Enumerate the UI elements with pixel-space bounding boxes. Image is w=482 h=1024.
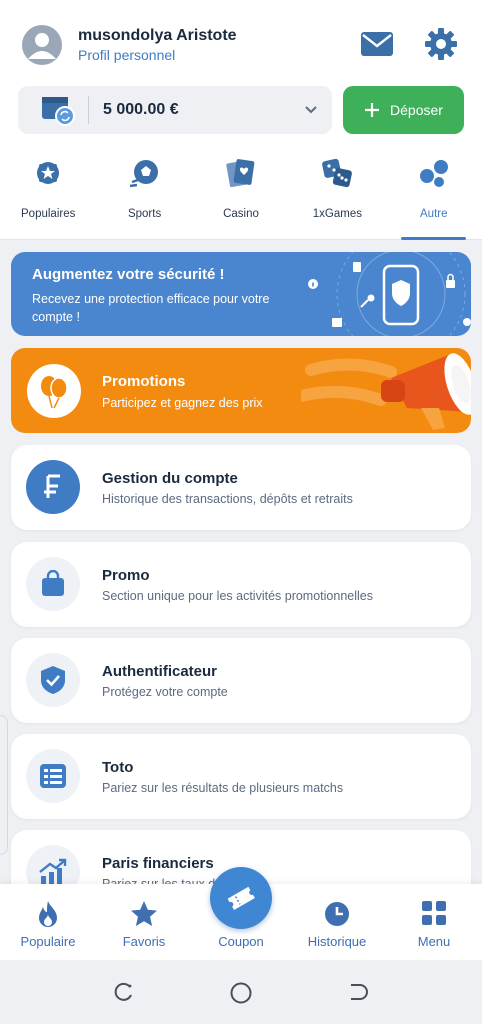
active-tab-indicator xyxy=(401,237,466,240)
tab-label: 1xGames xyxy=(312,208,362,220)
soccer-ball-icon xyxy=(129,160,158,188)
star-badge-icon xyxy=(37,162,60,184)
currency-icon-wrap xyxy=(26,460,80,514)
deposit-label: Déposer xyxy=(390,102,443,118)
tab-label: Sports xyxy=(127,208,162,220)
deposit-button[interactable]: Déposer xyxy=(343,86,464,134)
megaphone-icon xyxy=(301,353,471,430)
mail-icon[interactable] xyxy=(360,31,394,57)
menu-item-title: Gestion du compte xyxy=(102,470,238,487)
menu-item-subtitle: Pariez sur les résultats de plusieurs ma… xyxy=(102,781,344,795)
avatar[interactable] xyxy=(22,25,62,65)
chevron-down-icon[interactable] xyxy=(303,103,319,117)
plus-icon xyxy=(365,103,380,117)
username[interactable]: musondolya Aristote xyxy=(78,27,237,45)
security-banner[interactable]: Augmentez votre sécurité ! Recevez une p… xyxy=(11,252,471,336)
promotions-title: Promotions xyxy=(102,373,186,390)
back-icon[interactable] xyxy=(347,981,369,1003)
tab-label: Populaires xyxy=(21,208,76,220)
profile-link[interactable]: Profil personnel xyxy=(78,47,175,63)
bottom-tab-history[interactable]: Historique xyxy=(289,884,385,960)
balance-amount: 5 000.00 € xyxy=(103,101,179,118)
side-drawer-handle[interactable] xyxy=(0,715,8,855)
menu-item-title: Authentificateur xyxy=(102,663,218,680)
clock-icon xyxy=(325,902,349,926)
ticket-icon xyxy=(227,886,255,911)
menu-item-subtitle: Protégez votre compte xyxy=(102,685,228,699)
menu-item-subtitle: Historique des transactions, dépôts et r… xyxy=(102,492,353,506)
system-nav-bar xyxy=(0,960,482,1024)
security-banner-title: Augmentez votre sécurité ! xyxy=(32,266,225,283)
menu-item-title: Promo xyxy=(102,567,150,584)
list-icon xyxy=(40,764,66,788)
security-banner-subtitle: Recevez une protection efficace pour vot… xyxy=(32,292,270,324)
tab-autre[interactable]: Autre xyxy=(386,150,482,240)
balance-divider xyxy=(88,96,89,124)
shopping-bag-icon-wrap xyxy=(26,557,80,611)
phone-shield-icon xyxy=(308,252,471,336)
menu-item-subtitle: Section unique pour les activités promot… xyxy=(102,589,373,603)
bottom-tab-label: Favoris xyxy=(122,934,166,949)
grid-icon xyxy=(422,901,446,925)
user-icon xyxy=(28,33,56,59)
menu-item-title: Toto xyxy=(102,759,134,776)
bottom-tab-label: Populaire xyxy=(20,934,76,949)
tab-casino[interactable]: Casino xyxy=(193,150,289,240)
menu-item-title: Paris financiers xyxy=(102,855,214,872)
balloons-icon xyxy=(41,376,68,409)
promotions-banner[interactable]: Promotions Participez et gagnez des prix xyxy=(11,348,471,433)
menu-item-account[interactable]: Gestion du compte Historique des transac… xyxy=(11,445,471,530)
bottom-tab-label: Menu xyxy=(417,934,451,949)
home-icon[interactable] xyxy=(229,981,253,1005)
flame-icon xyxy=(39,901,57,927)
star-icon xyxy=(131,901,157,926)
tab-label: Casino xyxy=(223,208,259,220)
coupon-button[interactable] xyxy=(210,867,272,929)
recent-apps-icon[interactable] xyxy=(112,981,134,1003)
dice-icon xyxy=(322,158,353,188)
category-nav: Populaires Sports Casino 1xGames Autre xyxy=(0,150,482,240)
list-icon-wrap xyxy=(26,749,80,803)
menu-item-promo[interactable]: Promo Section unique pour les activités … xyxy=(11,542,471,627)
gear-icon[interactable] xyxy=(424,27,458,61)
bottom-tab-label: Coupon xyxy=(218,934,264,949)
bottom-tab-label: Historique xyxy=(307,934,367,949)
shield-check-icon-wrap xyxy=(26,653,80,707)
cards-icon xyxy=(226,159,255,188)
tab-1xgames[interactable]: 1xGames xyxy=(289,150,385,240)
promotions-subtitle: Participez et gagnez des prix xyxy=(102,396,263,410)
chart-up-icon xyxy=(39,858,67,886)
tab-label: Autre xyxy=(420,208,448,220)
wallet-refresh-icon xyxy=(42,97,75,126)
shield-check-icon xyxy=(41,666,65,694)
menu-item-toto[interactable]: Toto Pariez sur les résultats de plusieu… xyxy=(11,734,471,819)
bottom-tab-menu[interactable]: Menu xyxy=(386,884,482,960)
currency-icon xyxy=(44,474,60,498)
bottom-tab-popular[interactable]: Populaire xyxy=(0,884,96,960)
bottom-tab-favorites[interactable]: Favoris xyxy=(96,884,192,960)
bubbles-icon xyxy=(419,160,448,187)
shopping-bag-icon xyxy=(42,570,64,596)
balloons-icon-wrap xyxy=(27,364,81,418)
tab-sports[interactable]: Sports xyxy=(96,150,192,240)
menu-item-authenticator[interactable]: Authentificateur Protégez votre compte xyxy=(11,638,471,723)
tab-populaires[interactable]: Populaires xyxy=(0,150,96,240)
